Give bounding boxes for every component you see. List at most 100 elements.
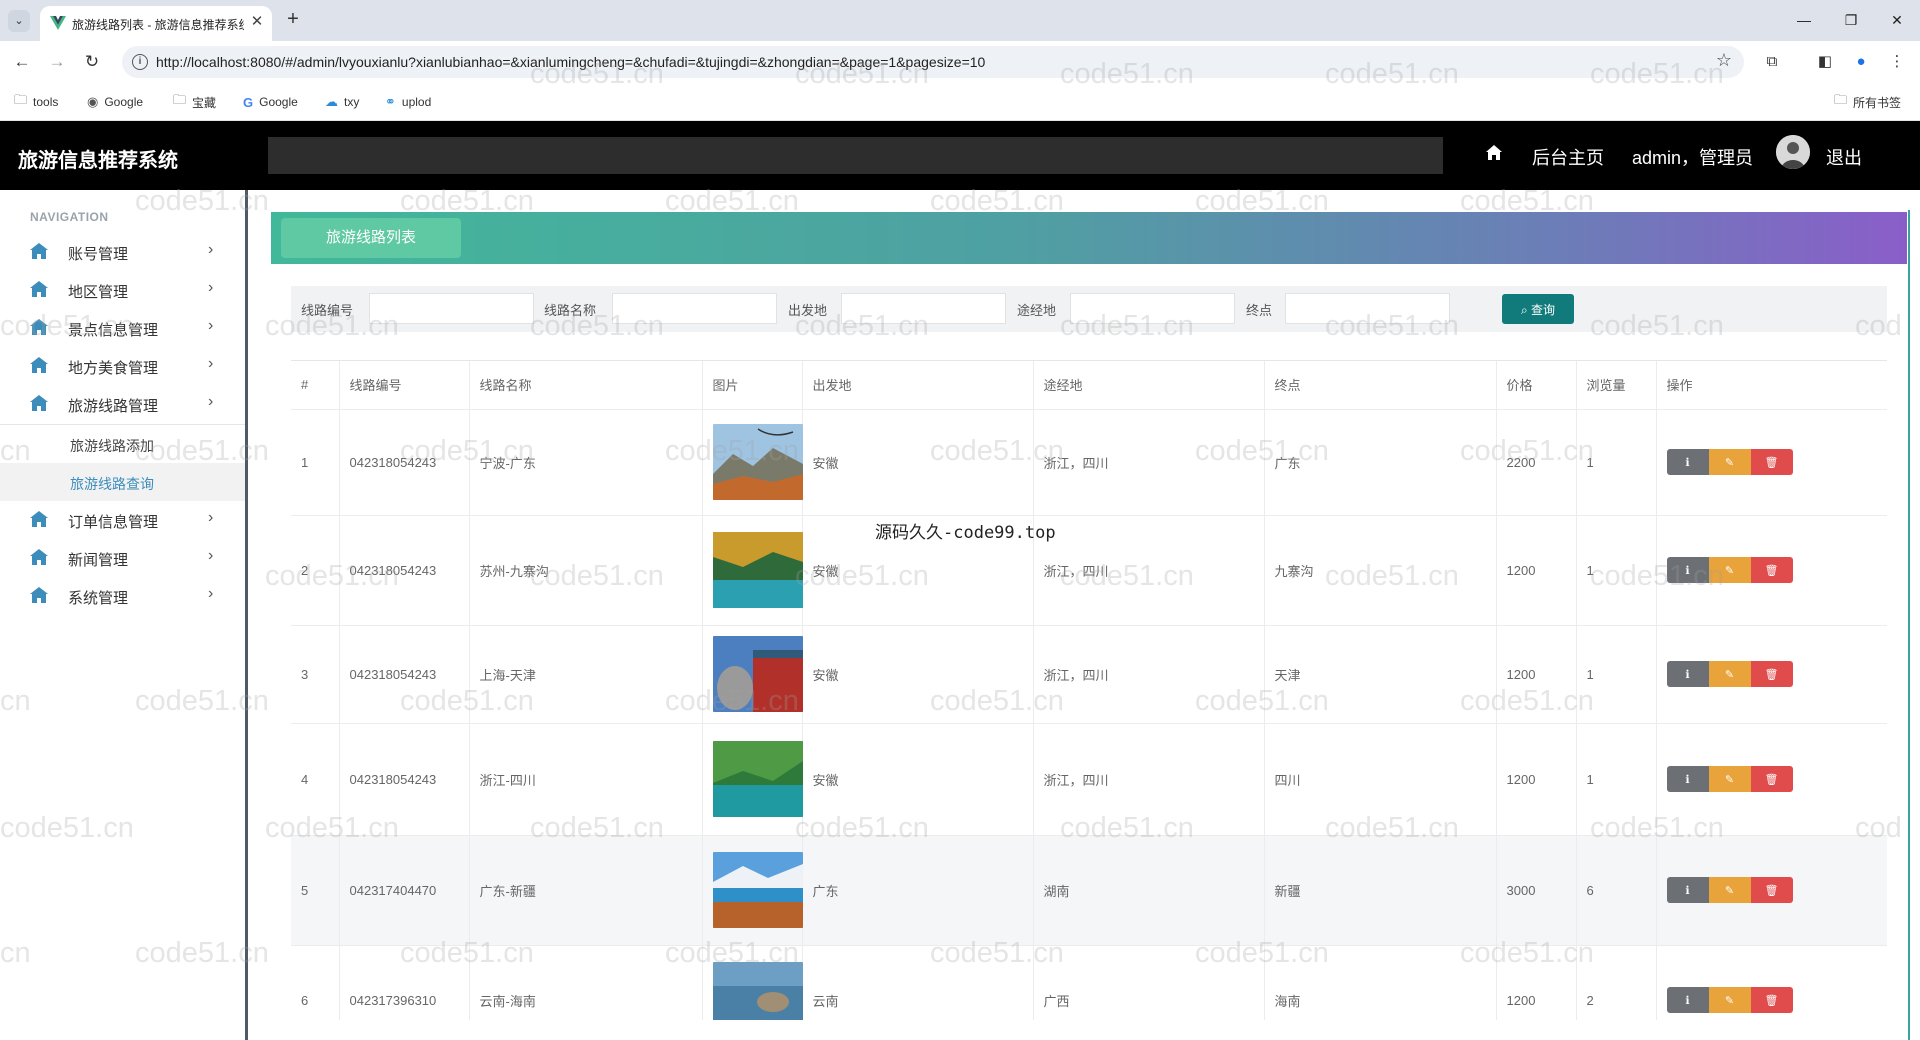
home-icon[interactable]	[1485, 144, 1503, 162]
bookmark-uplod[interactable]: ⚭ uplod	[385, 92, 431, 112]
edit-button[interactable]: ✎	[1708, 449, 1751, 475]
bookmarks-bar: 🗀 tools ◉ Google 🗀 宝藏 G Google ☁ txy ⚭ uplod 🗀…	[0, 82, 1920, 121]
cell-via: 浙江，四川	[1033, 625, 1265, 724]
sidebar-subitem-route-add[interactable]: 旅游线路添加	[0, 425, 245, 463]
sidebar-subitem-route-query[interactable]: 旅游线路查询	[0, 463, 245, 501]
home-icon	[30, 243, 48, 259]
sidebar-item-system[interactable]: 系统管理 ›	[0, 577, 245, 615]
pencil-icon: ✎	[1724, 993, 1735, 1007]
folder-icon: 🗀	[1834, 92, 1848, 107]
sidebar-item-news[interactable]: 新闻管理 ›	[0, 539, 245, 577]
side-panel-icon[interactable]: ◧	[1814, 51, 1836, 73]
forward-arrow-icon[interactable]: →	[45, 50, 69, 74]
sidebar-item-account[interactable]: 账号管理 ›	[0, 233, 245, 271]
bookmark-txy[interactable]: ☁ txy	[325, 92, 359, 112]
bookmark-google-2[interactable]: G Google	[243, 92, 298, 112]
route-table: # 线路编号 线路名称 图片 出发地 途经地 终点 价格 浏览量 操作 1 04…	[291, 360, 1887, 1020]
view-button[interactable]: ℹ	[1666, 987, 1709, 1013]
admin-home-link[interactable]: 后台主页	[1532, 144, 1604, 170]
info-icon: ℹ	[1685, 667, 1690, 681]
sidebar-item-scenic[interactable]: 景点信息管理 ›	[0, 309, 245, 347]
site-info-icon[interactable]: i	[132, 54, 148, 70]
globe-icon: ◉	[87, 94, 99, 109]
route-thumbnail[interactable]	[712, 741, 803, 817]
logout-link[interactable]: 退出	[1826, 144, 1862, 170]
table-row: 4 042318054243 浙江-四川 安徽 浙江，四川 四川 1200 1	[291, 723, 1887, 836]
cell-actions: ℹ ✎ 🗑	[1656, 945, 1887, 1020]
home-icon	[30, 587, 48, 603]
sidebar-item-food[interactable]: 地方美食管理 ›	[0, 347, 245, 385]
sidebar-item-route[interactable]: 旅游线路管理 ›	[0, 385, 245, 423]
browser-menu-icon[interactable]: ⋮	[1886, 51, 1908, 73]
filter-input-code[interactable]	[369, 293, 534, 324]
edit-button[interactable]: ✎	[1708, 877, 1751, 903]
bookmark-google[interactable]: ◉ Google	[87, 92, 143, 112]
new-tab-button[interactable]: +	[282, 9, 304, 31]
browser-tab[interactable]: 旅游线路列表 - 旅游信息推荐系统 ✕	[40, 6, 272, 41]
page-title-tab[interactable]: 旅游线路列表	[281, 218, 461, 258]
address-bar[interactable]: i http://localhost:8080/#/admin/lvyouxia…	[122, 46, 1744, 78]
cell-index: 6	[291, 945, 340, 1020]
route-thumbnail[interactable]	[712, 962, 803, 1020]
route-thumbnail[interactable]	[712, 424, 803, 500]
col-header-image: 图片	[702, 361, 803, 410]
profile-icon[interactable]: ●	[1850, 51, 1872, 73]
cell-via: 浙江，四川	[1033, 515, 1265, 626]
filter-input-via[interactable]	[1070, 293, 1235, 324]
cell-price: 1200	[1496, 945, 1577, 1020]
tab-close-icon[interactable]: ✕	[248, 13, 266, 31]
window-close-icon[interactable]: ✕	[1886, 9, 1908, 31]
delete-button[interactable]: 🗑	[1750, 661, 1793, 687]
route-thumbnail[interactable]	[712, 532, 803, 608]
cell-views: 1	[1576, 625, 1657, 724]
filter-input-name[interactable]	[612, 293, 777, 324]
view-button[interactable]: ℹ	[1666, 661, 1709, 687]
edit-button[interactable]: ✎	[1708, 987, 1751, 1013]
view-button[interactable]: ℹ	[1666, 766, 1709, 792]
edit-button[interactable]: ✎	[1708, 661, 1751, 687]
view-button[interactable]: ℹ	[1666, 449, 1709, 475]
tab-list-chevron-icon[interactable]: ⌄	[8, 10, 30, 32]
route-thumbnail[interactable]	[712, 636, 803, 712]
cell-from: 安徽	[802, 723, 1034, 836]
sidebar-item-region[interactable]: 地区管理 ›	[0, 271, 245, 309]
delete-button[interactable]: 🗑	[1750, 877, 1793, 903]
delete-button[interactable]: 🗑	[1750, 766, 1793, 792]
table-row: 5 042317404470 广东-新疆 广东 湖南 新疆 3000 6 ℹ ✎…	[291, 835, 1887, 946]
table-header-row: # 线路编号 线路名称 图片 出发地 途经地 终点 价格 浏览量 操作	[291, 361, 1887, 410]
filter-input-to[interactable]	[1285, 293, 1450, 324]
minimize-icon[interactable]: —	[1793, 9, 1815, 31]
extensions-puzzle-icon[interactable]: ⧉	[1761, 51, 1783, 73]
chevron-right-icon: ›	[208, 393, 214, 410]
bookmark-star-icon[interactable]: ☆	[1716, 50, 1732, 71]
delete-button[interactable]: 🗑	[1750, 557, 1793, 583]
row-actions: ℹ ✎ 🗑	[1666, 557, 1877, 583]
view-button[interactable]: ℹ	[1666, 877, 1709, 903]
view-button[interactable]: ℹ	[1666, 557, 1709, 583]
cell-to: 九寨沟	[1264, 515, 1497, 626]
address-url[interactable]: http://localhost:8080/#/admin/lvyouxianl…	[156, 54, 985, 70]
col-header-index: #	[291, 361, 340, 410]
cell-image	[702, 625, 803, 724]
edit-button[interactable]: ✎	[1708, 766, 1751, 792]
route-thumbnail[interactable]	[712, 852, 803, 928]
sidebar-item-orders[interactable]: 订单信息管理 ›	[0, 501, 245, 539]
home-icon	[30, 281, 48, 297]
all-bookmarks[interactable]: 🗀 所有书签	[1834, 92, 1901, 112]
cell-actions: ℹ ✎ 🗑	[1656, 723, 1887, 836]
search-button[interactable]: ⌕ 查询	[1502, 294, 1574, 324]
filter-input-from[interactable]	[841, 293, 1006, 324]
cell-index: 1	[291, 409, 340, 516]
cell-name: 上海-天津	[469, 625, 703, 724]
avatar[interactable]	[1776, 135, 1810, 169]
chevron-right-icon: ›	[208, 355, 214, 372]
delete-button[interactable]: 🗑	[1750, 449, 1793, 475]
search-icon: ⌕	[1520, 302, 1532, 317]
bookmark-tools[interactable]: 🗀 tools	[14, 92, 58, 112]
back-arrow-icon[interactable]: ←	[10, 50, 34, 74]
bookmark-treasure[interactable]: 🗀 宝藏	[173, 92, 216, 112]
delete-button[interactable]: 🗑	[1750, 987, 1793, 1013]
restore-icon[interactable]: ❐	[1840, 9, 1862, 31]
edit-button[interactable]: ✎	[1708, 557, 1751, 583]
reload-icon[interactable]: ↻	[80, 50, 104, 74]
